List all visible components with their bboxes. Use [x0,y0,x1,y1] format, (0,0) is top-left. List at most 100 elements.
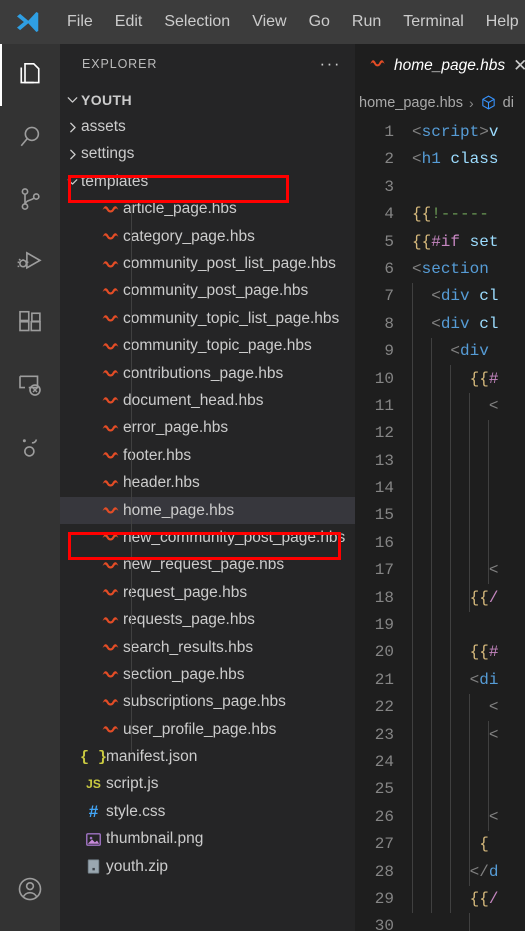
tree-item-thumbnail-png[interactable]: thumbnail.png [60,826,355,853]
line-number: 10 [374,369,394,388]
tree-item-assets[interactable]: assets [60,113,355,140]
tree-item-settings[interactable]: settings [60,141,355,168]
tree-item-community-post-page-hbs[interactable]: community_post_page.hbs [60,278,355,305]
menu-item-file[interactable]: File [56,10,104,34]
code-editor[interactable]: 1 2 3 4 5 6 7 8 9 10 11 12 13 14 15 16 17 18 19 20 21 22 23 24 2… [355,119,525,931]
activity-item-remote-explorer[interactable] [0,354,60,416]
code-line[interactable] [412,502,525,529]
code-line[interactable]: <div cl [412,311,525,338]
close-icon[interactable]: ✕ [513,57,525,74]
code-line[interactable]: <section [412,256,525,283]
tree-item-user-profile-page-hbs[interactable]: user_profile_page.hbs [60,716,355,743]
code-line[interactable] [412,776,525,803]
tree-item-subscriptions-page-hbs[interactable]: subscriptions_page.hbs [60,689,355,716]
code-line[interactable]: <div [412,338,525,365]
activity-item-accounts[interactable] [0,869,60,931]
code-line[interactable] [412,749,525,776]
tree-item-footer-hbs[interactable]: footer.hbs [60,442,355,469]
code-line[interactable] [412,475,525,502]
menu-item-edit[interactable]: Edit [104,10,154,34]
tree-item-search-results-hbs[interactable]: search_results.hbs [60,634,355,661]
tree-item-header-hbs[interactable]: header.hbs [60,469,355,496]
tree-item-category-page-hbs[interactable]: category_page.hbs [60,223,355,250]
code-line[interactable] [412,174,525,201]
menu-item-go[interactable]: Go [298,10,341,34]
tree-item-section-page-hbs[interactable]: section_page.hbs [60,661,355,688]
code-content[interactable]: <script>v <h1 class {{!----- {{#if set <sect… [405,119,525,931]
code-line[interactable]: < [412,804,525,831]
tree-item-script-js[interactable]: JS script.js [60,771,355,798]
tree-item-templates[interactable]: templates [60,168,355,195]
editor-tab-home-page-hbs[interactable]: home_page.hbs ✕ [355,44,525,86]
code-line[interactable]: </d [412,859,525,886]
line-number: 14 [374,479,394,498]
chevron-down-icon[interactable] [64,91,81,108]
hbs-file-icon [98,227,123,246]
code-line[interactable]: { [412,831,525,858]
code-line[interactable]: {{/ [412,585,525,612]
chevron-right-icon[interactable] [64,119,81,136]
extensions-icon [15,308,45,338]
explorer-more-actions-button[interactable]: ··· [320,55,341,72]
hbs-file-icon [98,337,123,356]
tree-item-label: contributions_page.hbs [123,364,284,382]
tree-item-error-page-hbs[interactable]: error_page.hbs [60,415,355,442]
code-line[interactable]: <script>v [412,119,525,146]
menu-item-selection[interactable]: Selection [153,10,241,34]
code-line[interactable]: {{# [412,639,525,666]
tree-item-community-topic-page-hbs[interactable]: community_topic_page.hbs [60,333,355,360]
run-debug-icon [15,246,45,276]
hbs-file-icon [98,446,123,465]
chevron-right-icon[interactable] [64,146,81,163]
code-line[interactable]: < [412,393,525,420]
activity-item-run-and-debug[interactable] [0,230,60,292]
tree-item-document-head-hbs[interactable]: document_head.hbs [60,387,355,414]
breadcrumb-item-symbol[interactable]: di [503,95,514,111]
line-number: 17 [374,561,394,580]
tree-item-community-post-list-page-hbs[interactable]: community_post_list_page.hbs [60,250,355,277]
activity-item-testing[interactable] [0,416,60,478]
activity-item-extensions[interactable] [0,292,60,354]
code-line[interactable]: {{!----- [412,201,525,228]
menu-item-help[interactable]: Help [475,10,525,34]
tree-item-youth-zip[interactable]: youth.zip [60,853,355,880]
tree-item-article-page-hbs[interactable]: article_page.hbs [60,196,355,223]
tree-indent-guide [131,205,132,753]
code-line[interactable]: <div cl [412,283,525,310]
code-line[interactable] [412,913,525,931]
tree-item-new-request-page-hbs[interactable]: new_request_page.hbs [60,552,355,579]
menu-item-view[interactable]: View [241,10,297,34]
workbench-body: EXPLORER ··· YOUTH assets settings template… [0,44,525,931]
chevron-down-icon[interactable] [64,173,81,190]
code-line[interactable]: <h1 class [412,146,525,173]
code-line[interactable] [412,530,525,557]
breadcrumb-item-file[interactable]: home_page.hbs [359,95,463,111]
code-line[interactable]: {{# [412,366,525,393]
tree-item-requests-page-hbs[interactable]: requests_page.hbs [60,606,355,633]
tree-item-home-page-hbs[interactable]: home_page.hbs [60,496,355,525]
tree-item-request-page-hbs[interactable]: request_page.hbs [60,579,355,606]
menu-item-terminal[interactable]: Terminal [392,10,474,34]
tree-item-style-css[interactable]: # style.css [60,798,355,825]
code-line[interactable]: < [412,557,525,584]
tree-item-community-topic-list-page-hbs[interactable]: community_topic_list_page.hbs [60,305,355,332]
code-line[interactable] [412,420,525,447]
tree-item-new-community-post-page-hbs[interactable]: new_community_post_page.hbs [60,524,355,551]
line-number: 1 [384,123,394,141]
code-line[interactable]: < [412,722,525,749]
activity-item-source-control[interactable] [0,168,60,230]
code-line[interactable]: {{#if set [412,229,525,256]
code-line[interactable]: < [412,694,525,721]
code-line[interactable]: {{/ [412,886,525,913]
tree-item-contributions-page-hbs[interactable]: contributions_page.hbs [60,360,355,387]
code-line[interactable] [412,448,525,475]
line-number: 26 [374,807,394,826]
tree-root-youth[interactable]: YOUTH [60,86,355,113]
code-line[interactable] [412,612,525,639]
code-line[interactable]: <di [412,667,525,694]
tree-item-manifest-json[interactable]: { } manifest.json [60,743,355,770]
title-bar: File Edit Selection View Go Run Terminal Help [0,0,525,44]
menu-item-run[interactable]: Run [341,10,392,34]
activity-item-explorer[interactable] [0,44,60,106]
activity-item-search[interactable] [0,106,60,168]
